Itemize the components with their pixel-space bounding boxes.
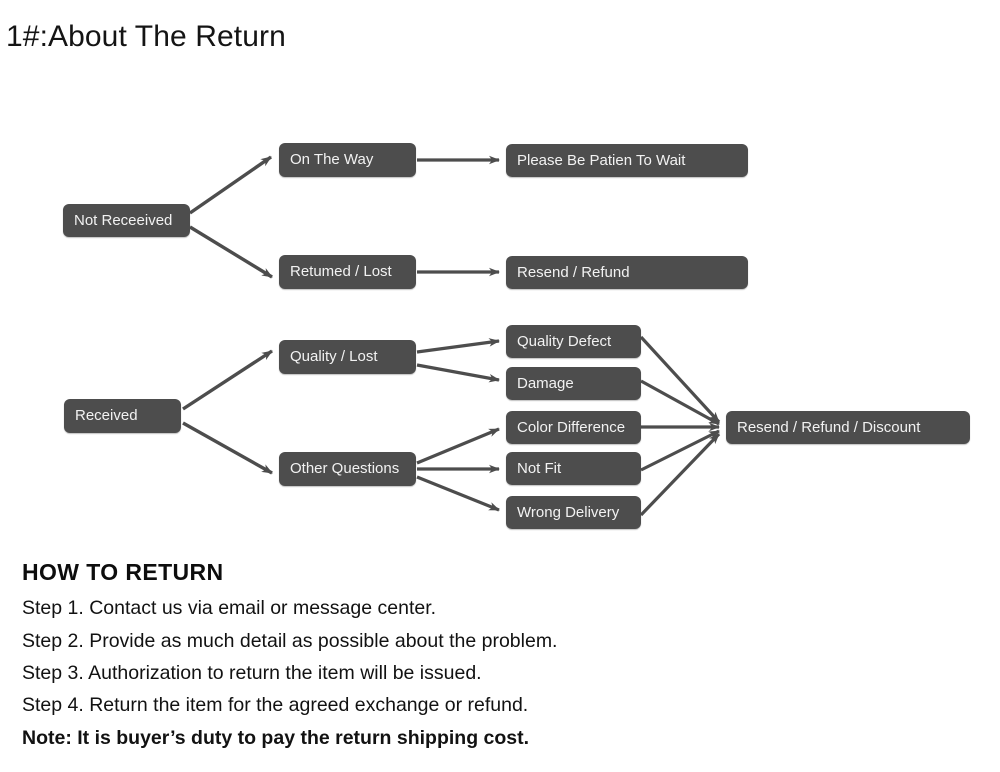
flow-node-label: Retumed / Lost	[290, 263, 392, 280]
return-flowchart: Not Receeived On The Way Retumed / Lost …	[0, 0, 1000, 560]
how-to-return-step-2: Step 2. Provide as much detail as possib…	[22, 629, 558, 652]
how-to-return-step-1: Step 1. Contact us via email or message …	[22, 597, 437, 620]
flow-node-label: Quality / Lost	[290, 348, 378, 365]
how-to-return-step-4: Step 4. Return the item for the agreed e…	[22, 694, 529, 717]
flow-node-on-the-way[interactable]: On The Way	[279, 143, 416, 177]
flow-node-label: Not Receeived	[74, 211, 173, 229]
flow-node-label: Resend / Refund	[517, 263, 630, 281]
arrow-quality-lost-to-quality-defect	[416, 338, 500, 354]
flow-node-label: Wrong Delivery	[517, 503, 620, 521]
arrow-quality-defect-to-final	[639, 335, 721, 424]
flow-node-other-questions[interactable]: Other Questions	[279, 452, 416, 486]
arrow-wrong-delivery-to-final	[639, 432, 721, 517]
flow-node-not-fit[interactable]: Not Fit	[506, 452, 641, 485]
flow-node-wrong-delivery[interactable]: Wrong Delivery	[506, 496, 641, 529]
how-to-return-heading: HOW TO RETURN	[22, 559, 224, 585]
how-to-return-step-3: Step 3. Authorization to return the item…	[22, 661, 482, 684]
flow-node-label: Other Questions	[290, 460, 400, 477]
arrow-received-to-quality-lost	[182, 349, 273, 411]
flow-node-resend-refund[interactable]: Resend / Refund	[506, 256, 748, 289]
flow-node-quality-defect[interactable]: Quality Defect	[506, 325, 641, 358]
flow-node-label: Quality Defect	[517, 332, 612, 350]
how-to-return-note: Note: It is buyer’s duty to pay the retu…	[22, 726, 530, 749]
arrow-not-received-to-on-the-way	[189, 155, 272, 215]
arrow-quality-lost-to-damage	[416, 363, 500, 383]
flow-node-label: Not Fit	[517, 459, 562, 477]
flowchart-arrows	[182, 155, 721, 517]
arrow-not-received-to-returned-lost	[189, 225, 273, 279]
flow-node-damage[interactable]: Damage	[506, 367, 641, 400]
flow-node-label: Resend / Refund / Discount	[737, 418, 921, 436]
arrow-not-fit-to-final	[640, 429, 720, 472]
flow-node-label: Please Be Patien To Wait	[517, 151, 686, 169]
arrow-other-questions-to-wrong-delivery	[416, 475, 500, 512]
flow-node-color-difference[interactable]: Color Difference	[506, 411, 641, 444]
flow-node-not-received[interactable]: Not Receeived	[63, 204, 190, 237]
arrow-damage-to-final	[640, 379, 720, 426]
arrow-other-questions-to-color-difference	[416, 427, 500, 465]
flow-node-label: Damage	[517, 374, 574, 392]
flow-node-label: Color Difference	[517, 418, 626, 436]
flow-node-resend-refund-discount[interactable]: Resend / Refund / Discount	[726, 411, 970, 444]
flow-node-label: On The Way	[290, 151, 374, 168]
how-to-return-section: HOW TO RETURN Step 1. Contact us via ema…	[22, 560, 922, 754]
flow-node-quality-lost[interactable]: Quality / Lost	[279, 340, 416, 374]
arrow-received-to-other-questions	[182, 421, 273, 475]
flow-node-please-be-patient-to-wait[interactable]: Please Be Patien To Wait	[506, 144, 748, 177]
flow-node-returned-lost[interactable]: Retumed / Lost	[279, 255, 416, 289]
flow-node-received[interactable]: Received	[64, 399, 181, 433]
flow-node-label: Received	[75, 407, 138, 424]
